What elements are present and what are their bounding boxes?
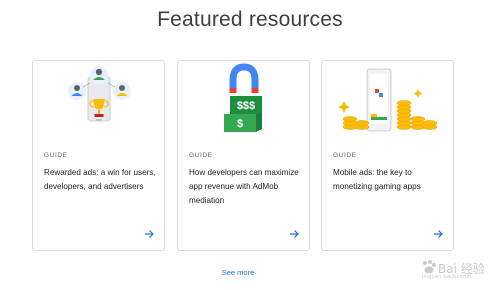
watermark-subtext: jingyan.baidu.com [422, 274, 472, 280]
resource-card-rewarded-ads[interactable]: GUIDE Rewarded ads: a win for users, dev… [32, 60, 165, 251]
card-title[interactable]: Mobile ads: the key to monetizing gaming… [333, 166, 448, 194]
magnet-money-icon: $$$ $ [178, 61, 309, 143]
trophy-people-icon [33, 61, 164, 143]
card-type-label: GUIDE [333, 152, 357, 159]
card-title[interactable]: Rewarded ads: a win for users, developer… [44, 166, 159, 194]
card-type-label: GUIDE [189, 152, 213, 159]
coins-phone-icon [322, 61, 453, 143]
card-title[interactable]: How developers can maximize app revenue … [189, 166, 304, 208]
resource-card-admob-mediation[interactable]: $$$ $ GUIDE How developers can maximize … [177, 60, 310, 251]
paw-icon [423, 260, 436, 274]
resource-card-gaming-apps[interactable]: GUIDE Mobile ads: the key to monetizing … [321, 60, 454, 251]
section-title: Featured resources [157, 8, 343, 31]
arrow-right-icon[interactable] [143, 228, 155, 240]
see-more-link[interactable]: See more [0, 268, 476, 277]
card-type-label: GUIDE [44, 152, 68, 159]
svg-text:$$$: $$$ [237, 100, 255, 112]
svg-text:$: $ [237, 118, 243, 130]
arrow-right-icon[interactable] [288, 228, 300, 240]
arrow-right-icon[interactable] [432, 228, 444, 240]
watermark-logo: Bai 经验 jingyan.baidu.com [418, 258, 494, 284]
